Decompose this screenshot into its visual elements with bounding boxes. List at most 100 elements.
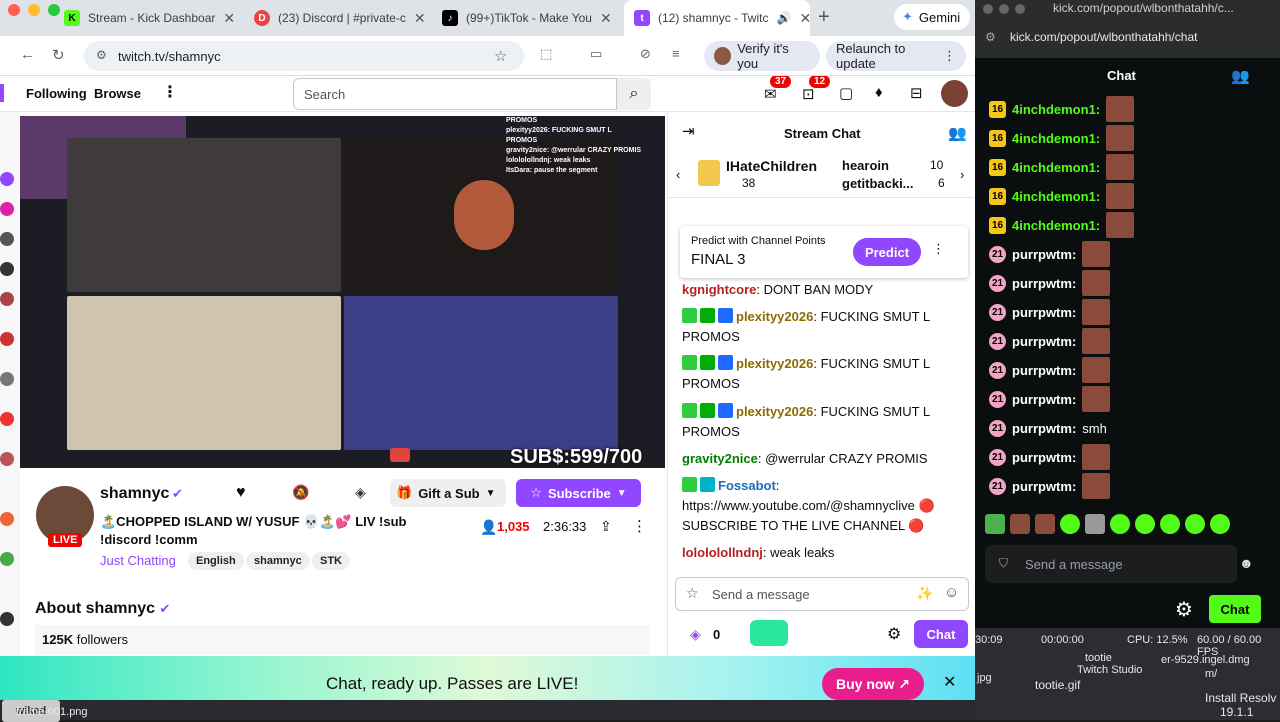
follow-heart-icon[interactable]: ♥ <box>236 484 246 502</box>
gemini-button[interactable]: ✦ Gemini <box>894 4 970 30</box>
minimize-window-button[interactable] <box>999 4 1009 14</box>
kick-username[interactable]: 4inchdemon1: <box>1012 131 1100 146</box>
close-icon[interactable]: ✕ <box>943 672 956 692</box>
emote-icon[interactable] <box>985 514 1005 534</box>
chat-username[interactable]: Fossabot <box>718 478 776 493</box>
category-link[interactable]: Just Chatting <box>100 553 176 568</box>
close-icon[interactable]: ✕ <box>600 10 612 27</box>
extensions-icon[interactable]: ⬚ <box>540 46 552 62</box>
desktop-file-label[interactable]: tootie.gif <box>1035 678 1080 692</box>
chat-username[interactable]: kgnightcore <box>682 282 756 297</box>
buy-now-button[interactable]: Buy now ↗ <box>822 668 924 700</box>
shield-icon[interactable]: ⊘ <box>640 46 651 62</box>
share-icon[interactable]: ⇪ <box>600 518 612 535</box>
desktop-file-label[interactable]: 19.1.1 <box>1220 705 1253 719</box>
more-options-icon[interactable]: ⋮ <box>632 517 647 535</box>
close-icon[interactable]: ✕ <box>799 10 810 27</box>
chat-username[interactable]: plexityy2026 <box>736 309 813 324</box>
channel-name[interactable]: shamnyc <box>100 485 169 503</box>
kebab-menu-icon[interactable]: ⋮ <box>943 48 956 64</box>
kick-username[interactable]: purrpwtm: <box>1012 334 1076 349</box>
subscribe-button[interactable]: ☆ Subscribe ▼ <box>516 479 641 507</box>
kick-username[interactable]: purrpwtm: <box>1012 392 1076 407</box>
chat-username[interactable]: lolololollndnj <box>682 545 763 560</box>
kick-username[interactable]: purrpwtm: <box>1012 479 1076 494</box>
collapse-chat-icon[interactable]: ⇥ <box>682 122 695 140</box>
kick-username[interactable]: purrpwtm: <box>1012 450 1076 465</box>
kick-chat-input[interactable]: ⛉ Send a message ☻ <box>985 545 1254 583</box>
kick-username[interactable]: 4inchdemon1: <box>1012 218 1100 233</box>
address-bar[interactable]: ⚙ twitch.tv/shamnyc ☆ <box>84 41 524 71</box>
kick-username[interactable]: purrpwtm: <box>1012 305 1076 320</box>
maximize-window-button[interactable] <box>1015 4 1025 14</box>
close-window-button[interactable] <box>8 4 20 16</box>
emote-icon[interactable] <box>1035 514 1055 534</box>
search-button[interactable]: ⌕ <box>617 78 651 110</box>
browse-link[interactable]: Browse <box>94 86 141 101</box>
speaker-icon[interactable]: 🔊 <box>776 11 791 25</box>
whispers-icon[interactable]: ▢ <box>839 84 853 102</box>
minimize-window-button[interactable] <box>28 4 40 16</box>
kick-send-button[interactable]: Chat <box>1209 595 1261 623</box>
more-menu-icon[interactable]: ⋮ <box>162 82 178 102</box>
site-info-icon[interactable]: ⚙ <box>96 48 107 62</box>
channel-avatar[interactable] <box>0 512 14 526</box>
close-icon[interactable]: ✕ <box>414 10 426 27</box>
emote-icon[interactable] <box>1210 514 1230 534</box>
chat-input[interactable]: ☆ Send a message ✨ ☺ <box>675 577 969 611</box>
site-info-icon[interactable]: ⚙ <box>985 30 996 44</box>
tab-twitch-shamnyc[interactable]: t (12) shamnyc - Twitc 🔊 ✕ <box>624 0 810 36</box>
channel-avatar[interactable] <box>0 172 14 186</box>
channel-avatar[interactable] <box>0 372 14 386</box>
kick-username[interactable]: purrpwtm: <box>1012 276 1076 291</box>
tab-discord[interactable]: D (23) Discord | #private-c ✕ <box>244 0 428 36</box>
new-tab-button[interactable]: + <box>818 6 830 29</box>
tab-tiktok[interactable]: ♪ (99+)TikTok - Make You ✕ <box>432 0 620 36</box>
desktop-file-label[interactable]: Install Resolv <box>1205 691 1276 705</box>
users-icon[interactable]: 👥 <box>1231 67 1250 85</box>
community-icon[interactable]: 👥 <box>948 124 967 142</box>
relaunch-button[interactable]: Relaunch to update ⋮ <box>826 41 966 71</box>
chat-username[interactable]: plexityy2026 <box>736 356 813 371</box>
channel-avatar[interactable] <box>0 332 14 346</box>
media-controls-icon[interactable]: ≡ <box>672 46 680 61</box>
notification-bell-icon[interactable]: 🔕 <box>292 484 309 501</box>
kick-username[interactable]: 4inchdemon1: <box>1012 102 1100 117</box>
emote-picker-icon[interactable]: ☻ <box>1239 555 1254 571</box>
twitch-logo-icon[interactable] <box>0 84 4 102</box>
drops-icon[interactable]: ⊟ <box>910 84 923 102</box>
bookmark-star-icon[interactable]: ☆ <box>494 47 507 65</box>
channel-avatar[interactable] <box>0 292 14 306</box>
emote-icon[interactable] <box>1060 514 1080 534</box>
more-options-icon[interactable]: ⋮ <box>932 241 945 257</box>
user-avatar[interactable] <box>941 80 968 107</box>
desktop-file-label[interactable]: tootie <box>1085 652 1112 664</box>
emote-icon[interactable] <box>1085 514 1105 534</box>
emote-icon[interactable] <box>1010 514 1030 534</box>
kick-username[interactable]: purrpwtm: <box>1012 421 1076 436</box>
emote-icon[interactable] <box>1110 514 1130 534</box>
desktop-file-label[interactable]: jpg <box>977 672 992 684</box>
chat-username[interactable]: gravity2nice <box>682 451 758 466</box>
chat-settings-icon[interactable]: ⚙ <box>887 624 901 644</box>
emote-icon[interactable] <box>1185 514 1205 534</box>
kick-username[interactable]: purrpwtm: <box>1012 247 1076 262</box>
emote-icon[interactable] <box>1160 514 1180 534</box>
kick-username[interactable]: 4inchdemon1: <box>1012 160 1100 175</box>
search-input[interactable]: Search <box>293 78 617 110</box>
channel-avatar[interactable] <box>0 412 14 426</box>
hype-train-icon[interactable] <box>750 620 788 646</box>
verify-profile-button[interactable]: Verify it's you <box>704 41 820 71</box>
close-icon[interactable]: ✕ <box>223 10 235 27</box>
tag-shamnyc[interactable]: shamnyc <box>246 552 310 570</box>
chat-username[interactable]: plexityy2026 <box>736 404 813 419</box>
emote-icon[interactable] <box>1135 514 1155 534</box>
tab-kick-dashboard[interactable]: K Stream - Kick Dashboar ✕ <box>54 0 242 36</box>
leader-name[interactable]: IHateChildren <box>726 158 817 174</box>
desktop-file-label[interactable]: frame-001.png <box>16 706 88 718</box>
channel-avatar[interactable] <box>0 552 14 566</box>
chevron-right-icon[interactable]: › <box>960 167 964 182</box>
tag-english[interactable]: English <box>188 552 244 570</box>
channel-avatar[interactable] <box>0 232 14 246</box>
channel-points-icon[interactable]: ◈ <box>690 626 701 643</box>
